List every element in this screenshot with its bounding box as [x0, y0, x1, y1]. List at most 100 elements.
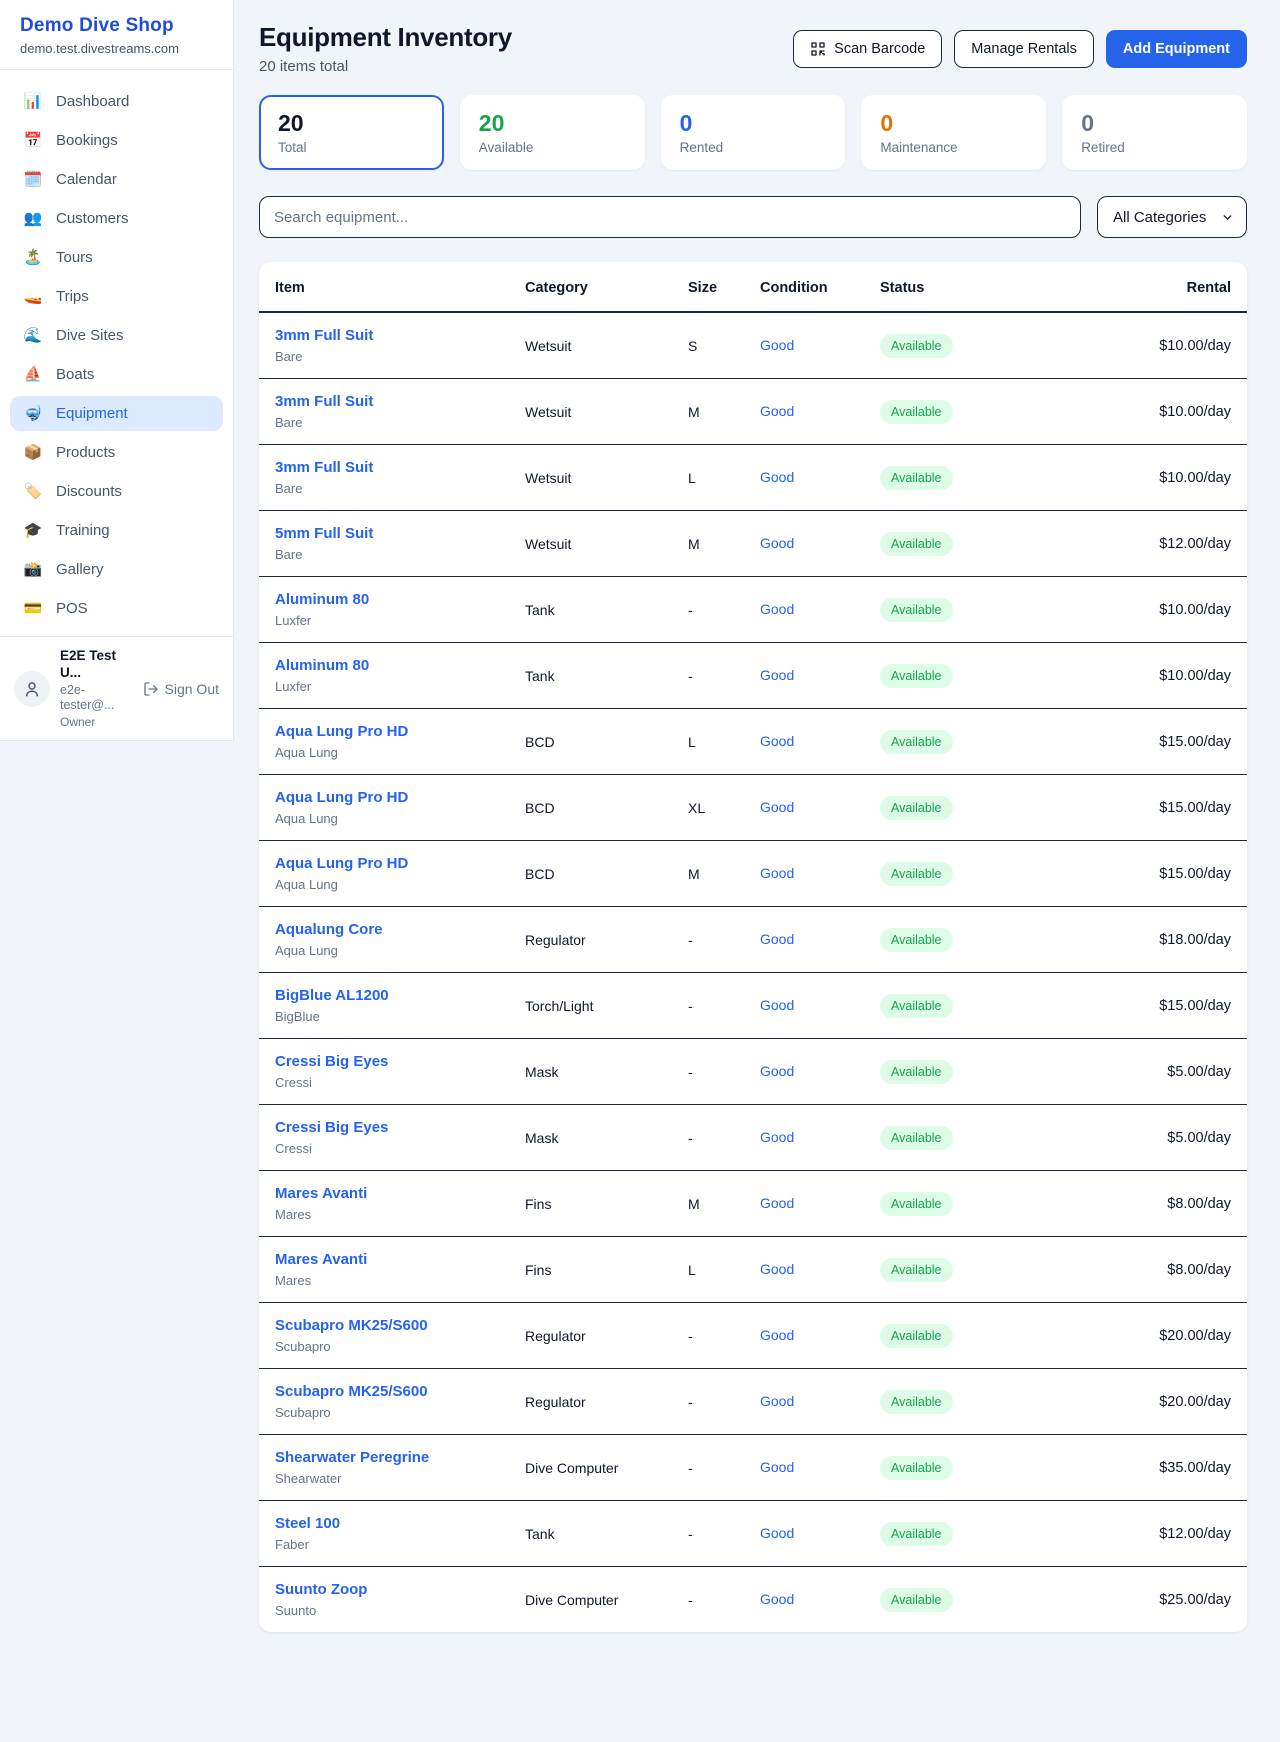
add-equipment-button[interactable]: Add Equipment	[1106, 30, 1247, 68]
sidebar-item-discounts[interactable]: 🏷️ Discounts	[10, 474, 223, 509]
item-name-link[interactable]: Scubapro MK25/S600	[275, 1317, 493, 1334]
item-name-link[interactable]: 3mm Full Suit	[275, 327, 493, 344]
people-icon: 👥	[23, 211, 43, 226]
status-badge: Available	[880, 334, 953, 358]
size-cell: L	[672, 709, 744, 775]
avatar	[14, 671, 50, 707]
sidebar-item-label: Gallery	[56, 561, 104, 578]
condition-link[interactable]: Good	[760, 931, 794, 947]
stat-card-rented[interactable]: 0 Rented	[661, 95, 846, 170]
island-icon: 🏝️	[23, 250, 43, 265]
category-select-value: All Categories	[1113, 209, 1206, 226]
item-brand: Aqua Lung	[275, 877, 493, 892]
stat-value: 0	[1081, 110, 1228, 136]
item-name-link[interactable]: Aqua Lung Pro HD	[275, 789, 493, 806]
sidebar-item-trips[interactable]: 🚤 Trips	[10, 279, 223, 314]
status-badge: Available	[880, 1588, 953, 1612]
item-name-link[interactable]: Aqua Lung Pro HD	[275, 723, 493, 740]
condition-link[interactable]: Good	[760, 403, 794, 419]
sidebar-item-customers[interactable]: 👥 Customers	[10, 201, 223, 236]
rental-price: $8.00/day	[1167, 1196, 1231, 1212]
condition-link[interactable]: Good	[760, 865, 794, 881]
table-row: Suunto Zoop Suunto Dive Computer - Good …	[259, 1567, 1247, 1633]
category-select[interactable]: All Categories	[1097, 196, 1247, 238]
size-cell: M	[672, 379, 744, 445]
sidebar-item-dive-sites[interactable]: 🌊 Dive Sites	[10, 318, 223, 353]
condition-link[interactable]: Good	[760, 337, 794, 353]
item-brand: Aqua Lung	[275, 811, 493, 826]
condition-link[interactable]: Good	[760, 1129, 794, 1145]
sidebar-item-products[interactable]: 📦 Products	[10, 435, 223, 470]
condition-link[interactable]: Good	[760, 1195, 794, 1211]
item-name-link[interactable]: Steel 100	[275, 1515, 493, 1532]
condition-link[interactable]: Good	[760, 799, 794, 815]
item-name-link[interactable]: Aqualung Core	[275, 921, 493, 938]
condition-cell: Good	[744, 1435, 864, 1501]
table-row: 3mm Full Suit Bare Wetsuit S Good Availa…	[259, 312, 1247, 379]
item-name-link[interactable]: Scubapro MK25/S600	[275, 1383, 493, 1400]
stat-card-retired[interactable]: 0 Retired	[1062, 95, 1247, 170]
category-cell: Wetsuit	[509, 445, 672, 511]
item-name-link[interactable]: Suunto Zoop	[275, 1581, 493, 1598]
category-cell: Tank	[509, 643, 672, 709]
item-name-link[interactable]: 5mm Full Suit	[275, 525, 493, 542]
sidebar-item-dashboard[interactable]: 📊 Dashboard	[10, 84, 223, 119]
condition-link[interactable]: Good	[760, 1591, 794, 1607]
item-name-link[interactable]: Aluminum 80	[275, 591, 493, 608]
item-brand: Luxfer	[275, 613, 493, 628]
item-name-link[interactable]: 3mm Full Suit	[275, 393, 493, 410]
condition-link[interactable]: Good	[760, 1459, 794, 1475]
camera-icon: 📸	[23, 562, 43, 577]
size-cell: -	[672, 1501, 744, 1567]
condition-link[interactable]: Good	[760, 667, 794, 683]
sidebar-item-tours[interactable]: 🏝️ Tours	[10, 240, 223, 275]
item-name-link[interactable]: BigBlue AL1200	[275, 987, 493, 1004]
rental-cell: $15.00/day	[1044, 841, 1247, 907]
stat-label: Rented	[680, 140, 827, 155]
user-section: E2E Test U... e2e-tester@... Owner Sign …	[0, 636, 233, 741]
search-input[interactable]	[259, 196, 1081, 238]
sidebar-item-pos[interactable]: 💳 POS	[10, 591, 223, 626]
sidebar-item-training[interactable]: 🎓 Training	[10, 513, 223, 548]
condition-link[interactable]: Good	[760, 1393, 794, 1409]
sidebar-item-gallery[interactable]: 📸 Gallery	[10, 552, 223, 587]
status-badge: Available	[880, 400, 953, 424]
item-name-link[interactable]: Mares Avanti	[275, 1251, 493, 1268]
sidebar-item-equipment[interactable]: 🤿 Equipment	[10, 396, 223, 431]
stat-card-total[interactable]: 20 Total	[259, 95, 444, 170]
item-name-link[interactable]: 3mm Full Suit	[275, 459, 493, 476]
stat-card-maintenance[interactable]: 0 Maintenance	[861, 95, 1046, 170]
status-cell: Available	[864, 1171, 1044, 1237]
condition-link[interactable]: Good	[760, 1327, 794, 1343]
sidebar-item-calendar[interactable]: 🗓️ Calendar	[10, 162, 223, 197]
item-name-link[interactable]: Mares Avanti	[275, 1185, 493, 1202]
condition-link[interactable]: Good	[760, 997, 794, 1013]
manage-rentals-button[interactable]: Manage Rentals	[954, 30, 1094, 68]
condition-link[interactable]: Good	[760, 1261, 794, 1277]
sidebar-item-bookings[interactable]: 📅 Bookings	[10, 123, 223, 158]
condition-link[interactable]: Good	[760, 601, 794, 617]
condition-link[interactable]: Good	[760, 1063, 794, 1079]
condition-link[interactable]: Good	[760, 1525, 794, 1541]
item-brand: Bare	[275, 547, 493, 562]
item-name-link[interactable]: Shearwater Peregrine	[275, 1449, 493, 1466]
rental-price: $10.00/day	[1159, 338, 1231, 354]
sidebar: Demo Dive Shop demo.test.divestreams.com…	[0, 0, 234, 741]
item-name-link[interactable]: Aluminum 80	[275, 657, 493, 674]
item-name-link[interactable]: Cressi Big Eyes	[275, 1119, 493, 1136]
stat-card-available[interactable]: 20 Available	[460, 95, 645, 170]
speedboat-icon: 🚤	[23, 289, 43, 304]
sidebar-item-boats[interactable]: ⛵ Boats	[10, 357, 223, 392]
condition-link[interactable]: Good	[760, 469, 794, 485]
sign-out-button[interactable]: Sign Out	[143, 681, 219, 697]
item-name-link[interactable]: Cressi Big Eyes	[275, 1053, 493, 1070]
condition-link[interactable]: Good	[760, 535, 794, 551]
condition-cell: Good	[744, 1039, 864, 1105]
condition-link[interactable]: Good	[760, 733, 794, 749]
item-brand: BigBlue	[275, 1009, 493, 1024]
rental-cell: $5.00/day	[1044, 1039, 1247, 1105]
status-cell: Available	[864, 379, 1044, 445]
sidebar-item-label: Dashboard	[56, 93, 129, 110]
scan-barcode-button[interactable]: Scan Barcode	[793, 30, 942, 68]
item-name-link[interactable]: Aqua Lung Pro HD	[275, 855, 493, 872]
